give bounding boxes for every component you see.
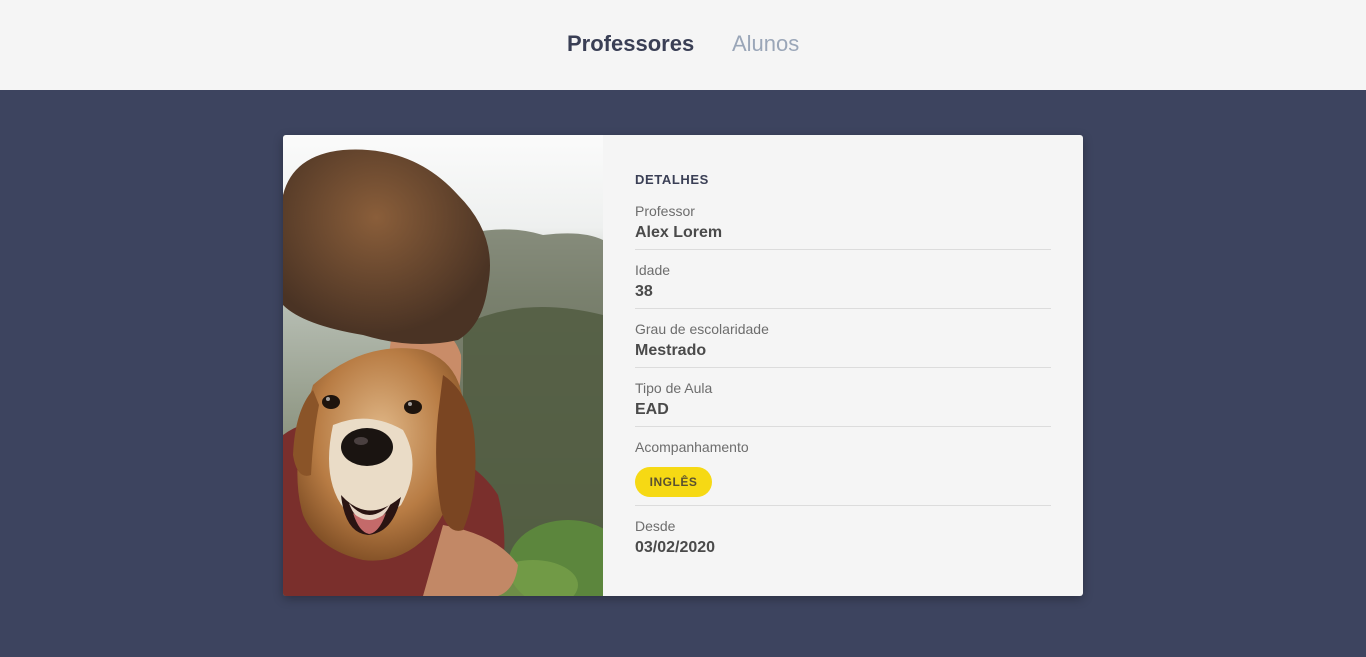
teacher-photo-illustration: [283, 135, 603, 596]
field-idade-value: 38: [635, 283, 653, 300]
field-tipo-aula: Tipo de Aula EAD: [635, 380, 1051, 420]
divider: [635, 426, 1051, 427]
divider: [635, 249, 1051, 250]
field-idade-label: Idade: [635, 262, 671, 278]
field-escolaridade-label: Grau de escolaridade: [635, 321, 769, 337]
field-desde: Desde 03/02/2020: [635, 518, 1051, 558]
field-tipo-aula-label: Tipo de Aula: [635, 380, 713, 396]
teacher-photo: [283, 135, 603, 596]
field-desde-label: Desde: [635, 518, 676, 534]
field-acompanhamento-label: Acompanhamento: [635, 439, 749, 455]
details-title: DETALHES: [635, 172, 709, 187]
field-professor: Professor Alex Lorem: [635, 203, 1051, 243]
top-navigation: Professores Alunos: [0, 0, 1366, 90]
field-professor-label: Professor: [635, 203, 695, 219]
field-acompanhamento: Acompanhamento: [635, 439, 1051, 456]
field-escolaridade: Grau de escolaridade Mestrado: [635, 321, 1051, 361]
nav-tab-alunos[interactable]: Alunos: [732, 31, 799, 57]
subject-badge: INGLÊS: [635, 467, 712, 497]
field-escolaridade-value: Mestrado: [635, 342, 707, 359]
nav-tab-professores[interactable]: Professores: [567, 31, 694, 57]
field-professor-value: Alex Lorem: [635, 224, 723, 241]
field-idade: Idade 38: [635, 262, 1051, 302]
divider: [635, 367, 1051, 368]
divider: [635, 505, 1051, 506]
field-desde-value: 03/02/2020: [635, 539, 716, 556]
teacher-detail-card: DETALHES Professor Alex Lorem Idade 38 G…: [283, 135, 1083, 596]
field-tipo-aula-value: EAD: [635, 401, 669, 418]
divider: [635, 308, 1051, 309]
